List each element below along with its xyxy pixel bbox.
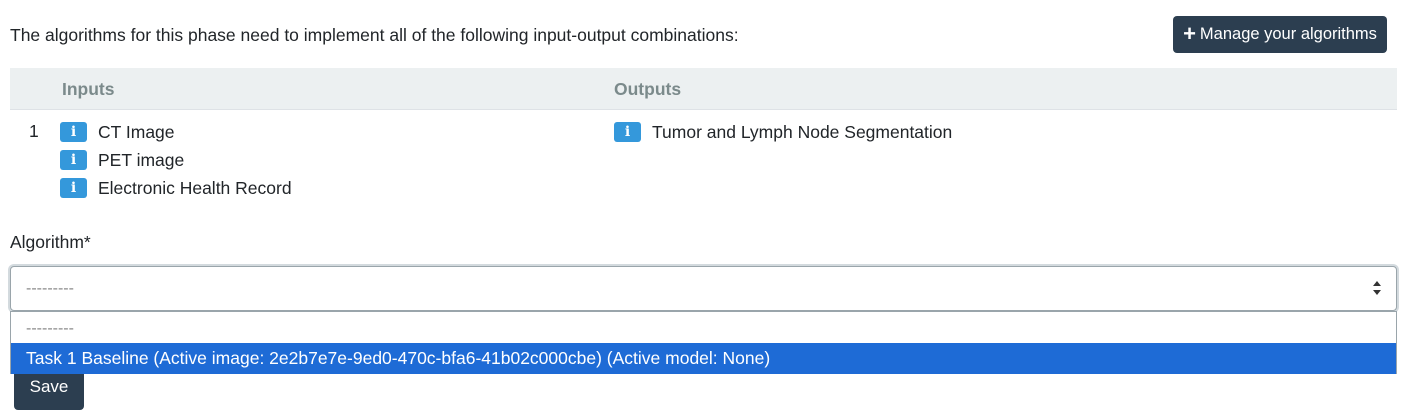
output-label: Tumor and Lymph Node Segmentation <box>652 121 953 142</box>
input-item-ct-image: i CT Image <box>60 121 175 143</box>
algorithm-label: Algorithm* <box>10 232 91 252</box>
manage-algorithms-button[interactable]: + Manage your algorithms <box>1173 16 1387 53</box>
dropdown-option-empty[interactable]: --------- <box>11 313 1396 344</box>
table-header: Inputs Outputs <box>10 68 1397 110</box>
input-label: Electronic Health Record <box>98 177 292 198</box>
input-item-ehr: i Electronic Health Record <box>60 177 292 199</box>
algorithm-dropdown: --------- Task 1 Baseline (Active image:… <box>10 311 1397 374</box>
intro-text: The algorithms for this phase need to im… <box>10 25 739 45</box>
output-item-segmentation: i Tumor and Lymph Node Segmentation <box>614 121 952 143</box>
info-icon[interactable]: i <box>60 178 87 198</box>
manage-algorithms-label: Manage your algorithms <box>1199 25 1377 43</box>
algorithm-select[interactable]: --------- <box>10 266 1397 311</box>
info-icon[interactable]: i <box>614 122 641 142</box>
info-icon[interactable]: i <box>60 150 87 170</box>
select-arrows-icon <box>1372 280 1382 296</box>
dropdown-option-task1-baseline[interactable]: Task 1 Baseline (Active image: 2e2b7e7e-… <box>11 343 1396 374</box>
algorithm-select-value: --------- <box>26 279 74 297</box>
input-label: CT Image <box>98 121 175 142</box>
row-number: 1 <box>29 121 39 141</box>
outputs-header: Outputs <box>614 79 682 99</box>
input-item-pet-image: i PET image <box>60 149 184 171</box>
plus-icon: + <box>1183 20 1196 46</box>
input-label: PET image <box>98 149 185 170</box>
inputs-header: Inputs <box>62 79 115 99</box>
info-icon[interactable]: i <box>60 122 87 142</box>
